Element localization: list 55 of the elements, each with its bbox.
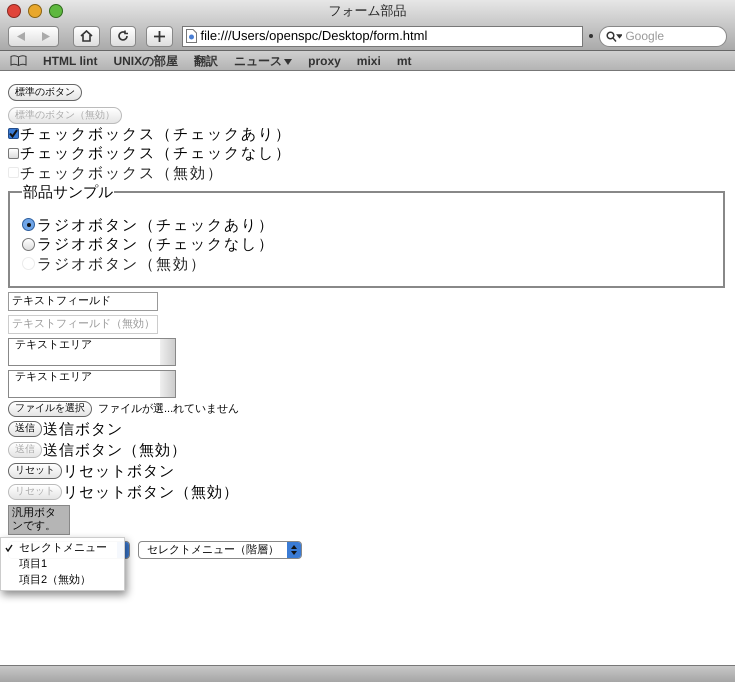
text-field[interactable]: テキストフィールド <box>8 292 158 310</box>
bookmark-menu[interactable]: ニュース <box>234 52 292 70</box>
address-field[interactable]: file:///Users/openspc/Desktop/form.html <box>182 26 584 46</box>
radio-button[interactable] <box>22 218 35 232</box>
zoom-button[interactable] <box>49 4 63 18</box>
select-menu[interactable]: セレクトメニュー（階層） <box>138 541 302 559</box>
push-button[interactable]: 送信 <box>8 421 42 437</box>
forward-icon <box>42 32 50 40</box>
bookmark-link[interactable]: mixi <box>356 52 381 70</box>
home-button[interactable] <box>73 26 100 46</box>
minimize-button[interactable] <box>28 4 42 18</box>
book-icon[interactable] <box>10 55 27 66</box>
search-icon <box>606 30 622 42</box>
file-status: ファイルが選...れていません <box>98 402 240 416</box>
reload-button[interactable] <box>110 26 136 46</box>
push-button[interactable]: リセット <box>8 463 62 479</box>
text-area[interactable]: テキストエリア <box>8 338 176 366</box>
button-caption: リセットボタン（無効） <box>63 482 239 503</box>
bookmark-link[interactable]: UNIXの部屋 <box>113 52 178 70</box>
bookmark-link[interactable]: 翻訳 <box>194 52 218 70</box>
back-icon <box>17 32 26 40</box>
home-icon <box>80 30 93 42</box>
option-label: チェックボックス（チェックあり） <box>20 124 292 144</box>
bookmark-link[interactable]: mt <box>396 52 412 70</box>
checkbox[interactable] <box>8 148 19 159</box>
updown-arrow-icon <box>291 545 297 555</box>
choose-file-button[interactable]: ファイルを選択 <box>8 400 92 417</box>
document-icon <box>186 29 196 43</box>
checkbox[interactable] <box>8 128 19 140</box>
push-button[interactable]: 標準のボタン <box>8 84 82 101</box>
add-bookmark-button[interactable] <box>146 26 172 46</box>
back-forward-button[interactable] <box>8 26 59 46</box>
radio-button[interactable] <box>22 238 35 251</box>
close-button[interactable] <box>7 4 21 18</box>
option-label: ラジオボタン（チェックあり） <box>37 214 275 236</box>
scrollbar <box>160 370 175 396</box>
plus-icon <box>154 30 165 42</box>
bookmark-link[interactable]: proxy <box>308 52 341 70</box>
button-caption: 送信ボタン（無効） <box>43 440 187 461</box>
option-label: チェックボックス（無効） <box>20 162 224 184</box>
button-caption: リセットボタン <box>63 460 175 482</box>
scrollbar <box>160 338 175 364</box>
fieldset-legend: 部品サンプル <box>22 180 114 203</box>
option-label: ラジオボタン（無効） <box>37 254 207 274</box>
option-label: チェックボックス（チェックなし） <box>20 143 292 164</box>
generic-button[interactable]: 汎用ボタンです。 <box>8 505 70 535</box>
option-label: ラジオボタン（チェックなし） <box>37 234 275 255</box>
window-title: フォーム部品 <box>328 2 406 20</box>
bookmark-link[interactable]: HTML lint <box>43 52 98 70</box>
text-area[interactable]: テキストエリア <box>8 370 176 398</box>
button-caption: 送信ボタン <box>43 418 123 440</box>
menu-item[interactable]: セレクトメニュー <box>1 540 124 556</box>
menu-item[interactable]: 項目1 <box>1 556 124 572</box>
menu-item[interactable]: 項目2（無効） <box>1 572 124 588</box>
reload-icon <box>116 30 129 42</box>
